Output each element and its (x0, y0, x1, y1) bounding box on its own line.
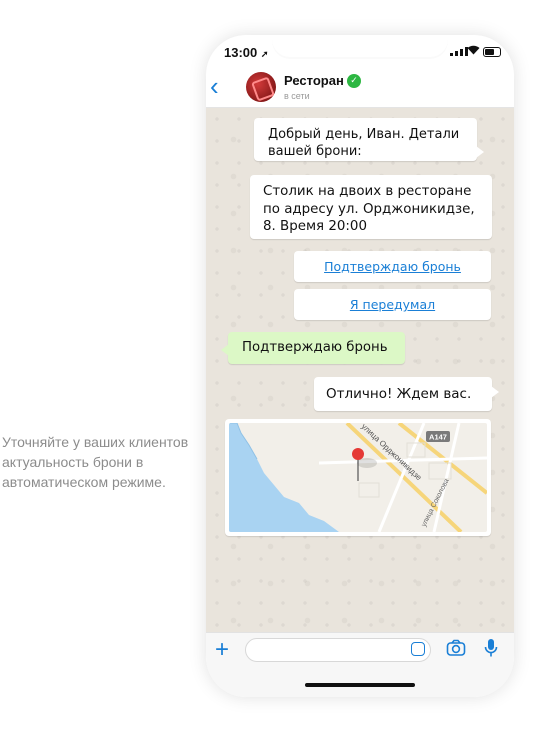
battery-icon (483, 47, 501, 57)
camera-icon[interactable] (446, 639, 466, 657)
phone-frame: 13:00 ➚ ‹ Ресторан ✓ в сети Добрый день,… (206, 35, 514, 697)
message-text: Отлично! Ждем вас. (326, 386, 472, 402)
quick-reply-confirm-button[interactable]: Подтверждаю бронь (294, 251, 491, 282)
presence-status: в сети (284, 91, 310, 101)
back-chevron-icon[interactable]: ‹ (210, 72, 234, 102)
verified-icon: ✓ (347, 74, 361, 88)
signal-icon (450, 47, 468, 56)
quick-reply-cancel-button[interactable]: Я передумал (294, 289, 491, 320)
home-indicator (305, 683, 415, 687)
map-road-badge: А147 (429, 433, 447, 442)
message-input[interactable] (245, 638, 431, 662)
wifi-icon (467, 45, 480, 55)
message-text: Добрый день, Иван. Детали вашей брони: (268, 127, 460, 159)
message-text: Подтверждаю бронь (242, 340, 388, 355)
avatar[interactable] (246, 72, 276, 102)
composer-bar: + (206, 632, 514, 697)
feature-caption: Уточняйте у ваших клиентов актуальность … (2, 434, 189, 490)
map-image: улица Орджоникидзе улица Соколова А147 (229, 423, 487, 532)
status-time: 13:00 ➚ (224, 45, 269, 60)
microphone-icon[interactable] (484, 638, 498, 658)
chat-header: ‹ Ресторан ✓ в сети (206, 69, 514, 108)
contact-name[interactable]: Ресторан (284, 73, 344, 88)
message-greeting: Добрый день, Иван. Детали вашей брони: (254, 118, 484, 161)
message-response: Отлично! Ждем вас. (314, 377, 499, 411)
message-details: Столик на двоих в ресторане по адресу ул… (250, 175, 492, 239)
location-icon: ➚ (260, 49, 269, 59)
chat-area[interactable]: Добрый день, Иван. Детали вашей брони: С… (206, 108, 514, 632)
location-card[interactable]: улица Орджоникидзе улица Соколова А147 (225, 419, 491, 536)
message-text: Столик на двоих в ресторане по адресу ул… (263, 184, 475, 234)
map-preview[interactable]: улица Орджоникидзе улица Соколова А147 (229, 423, 487, 532)
sticker-icon[interactable] (411, 642, 425, 656)
message-user-reply: Подтверждаю бронь (221, 332, 405, 364)
notch (272, 35, 448, 57)
attach-plus-icon[interactable]: + (215, 637, 229, 663)
